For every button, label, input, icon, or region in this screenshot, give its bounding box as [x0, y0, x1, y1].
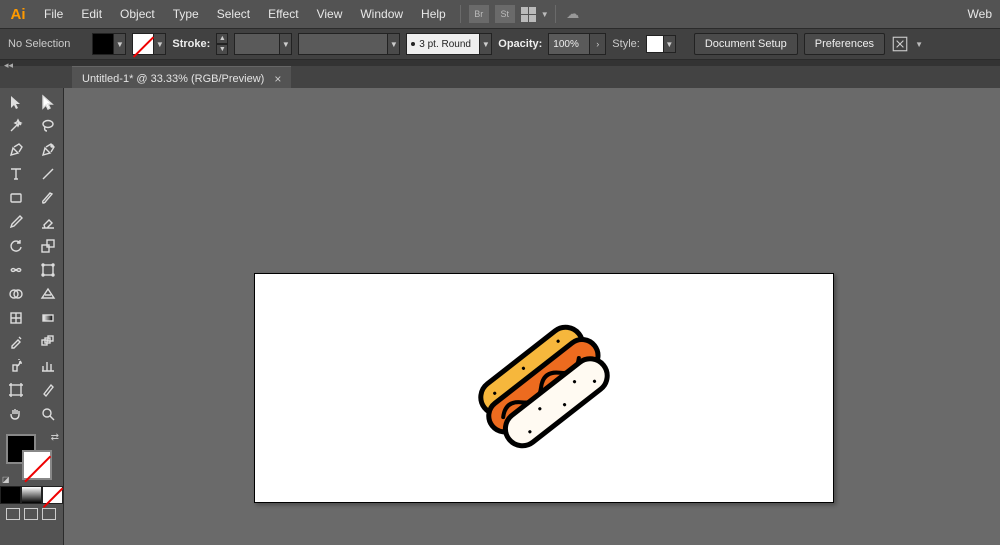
- fill-dropdown-icon[interactable]: ▼: [114, 33, 126, 55]
- magic-wand-tool[interactable]: [0, 114, 32, 138]
- mesh-tool[interactable]: [0, 306, 32, 330]
- menu-object[interactable]: Object: [112, 3, 163, 25]
- divider: [555, 5, 556, 23]
- hotdog-artwork[interactable]: [459, 302, 629, 475]
- color-mode-gradient[interactable]: [21, 486, 42, 504]
- shape-builder-tool[interactable]: [0, 282, 32, 306]
- color-mode-row: [0, 486, 63, 504]
- color-mode-none[interactable]: [42, 486, 63, 504]
- stroke-weight-dropdown-icon[interactable]: ▼: [280, 33, 292, 55]
- type-tool[interactable]: [0, 162, 32, 186]
- zoom-tool[interactable]: [32, 402, 64, 426]
- stroke-weight-stepper[interactable]: ▲▼: [216, 33, 228, 55]
- brush-definition-field[interactable]: [298, 33, 388, 55]
- menu-select[interactable]: Select: [209, 3, 258, 25]
- free-transform-tool[interactable]: [32, 258, 64, 282]
- gradient-tool[interactable]: [32, 306, 64, 330]
- draw-mode-inside[interactable]: [42, 508, 56, 520]
- canvas-area[interactable]: [64, 88, 1000, 545]
- tools-panel: ⇄ ◪: [0, 88, 64, 545]
- control-bar: No Selection ▼ ▼ Stroke: ▲▼ ▼ ▼ 3 pt. Ro…: [0, 28, 1000, 60]
- line-segment-tool[interactable]: [32, 162, 64, 186]
- paintbrush-tool[interactable]: [32, 186, 64, 210]
- stroke-swatch[interactable]: [132, 33, 154, 55]
- menu-type[interactable]: Type: [165, 3, 207, 25]
- pencil-tool[interactable]: [0, 210, 32, 234]
- swap-fill-stroke-icon[interactable]: ⇄: [51, 432, 59, 443]
- symbol-sprayer-tool[interactable]: [0, 354, 32, 378]
- rotate-tool[interactable]: [0, 234, 32, 258]
- style-label: Style:: [612, 38, 640, 50]
- direct-selection-tool[interactable]: [32, 90, 64, 114]
- slice-tool[interactable]: [32, 378, 64, 402]
- close-tab-icon[interactable]: ×: [274, 72, 281, 86]
- bridge-button[interactable]: Br: [469, 5, 489, 23]
- menu-effect[interactable]: Effect: [260, 3, 306, 25]
- hand-tool[interactable]: [0, 402, 32, 426]
- stroke-profile-dropdown-icon[interactable]: ▼: [480, 33, 492, 55]
- menu-bar: Ai File Edit Object Type Select Effect V…: [0, 0, 1000, 28]
- width-tool[interactable]: [0, 258, 32, 282]
- menu-view[interactable]: View: [309, 3, 351, 25]
- rectangle-tool[interactable]: [0, 186, 32, 210]
- fill-swatch[interactable]: [92, 33, 114, 55]
- document-tab-title: Untitled-1* @ 33.33% (RGB/Preview): [82, 73, 264, 85]
- scale-tool[interactable]: [32, 234, 64, 258]
- blend-tool[interactable]: [32, 330, 64, 354]
- screen-mode-row: [0, 504, 63, 524]
- workspace-switcher[interactable]: Web: [966, 3, 994, 25]
- column-graph-tool[interactable]: [32, 354, 64, 378]
- opacity-dropdown-icon[interactable]: ›: [590, 33, 606, 55]
- default-fill-stroke-icon[interactable]: ◪: [2, 475, 10, 484]
- preferences-button[interactable]: Preferences: [804, 33, 885, 55]
- stroke-weight-field[interactable]: [234, 33, 280, 55]
- color-mode-solid[interactable]: [0, 486, 21, 504]
- draw-mode-normal[interactable]: [6, 508, 20, 520]
- divider: [460, 5, 461, 23]
- artboard[interactable]: [254, 273, 834, 503]
- pen-tool[interactable]: [0, 138, 32, 162]
- document-tab[interactable]: Untitled-1* @ 33.33% (RGB/Preview) ×: [72, 66, 291, 90]
- eyedropper-tool[interactable]: [0, 330, 32, 354]
- artboard-tool[interactable]: [0, 378, 32, 402]
- menu-window[interactable]: Window: [352, 3, 411, 25]
- menu-help[interactable]: Help: [413, 3, 454, 25]
- draw-mode-behind[interactable]: [24, 508, 38, 520]
- document-setup-button[interactable]: Document Setup: [694, 33, 798, 55]
- lasso-tool[interactable]: [32, 114, 64, 138]
- stroke-profile-field[interactable]: 3 pt. Round: [406, 33, 480, 55]
- stroke-profile-label: 3 pt. Round: [419, 39, 471, 50]
- menu-file[interactable]: File: [36, 3, 71, 25]
- stroke-dropdown-icon[interactable]: ▼: [154, 33, 166, 55]
- menu-edit[interactable]: Edit: [73, 3, 110, 25]
- eraser-tool[interactable]: [32, 210, 64, 234]
- style-dropdown-icon[interactable]: ▼: [664, 35, 676, 53]
- align-dropdown-icon[interactable]: ▼: [915, 35, 923, 53]
- opacity-label: Opacity:: [498, 38, 542, 50]
- panel-collapse-icon[interactable]: ◂◂: [4, 60, 14, 70]
- brush-dropdown-icon[interactable]: ▼: [388, 33, 400, 55]
- document-tab-bar: Untitled-1* @ 33.33% (RGB/Preview) ×: [0, 66, 1000, 90]
- opacity-field[interactable]: 100%: [548, 33, 590, 55]
- arrange-documents-button[interactable]: [519, 5, 539, 23]
- style-swatch[interactable]: [646, 35, 664, 53]
- stroke-label: Stroke:: [172, 38, 210, 50]
- perspective-grid-tool[interactable]: [32, 282, 64, 306]
- selection-status: No Selection: [8, 38, 70, 50]
- curvature-tool[interactable]: [32, 138, 64, 162]
- stroke-color-box[interactable]: [22, 450, 52, 480]
- stock-button[interactable]: St: [495, 5, 515, 23]
- app-logo: Ai: [6, 2, 30, 26]
- arrange-dropdown-icon[interactable]: ▼: [541, 5, 549, 23]
- sync-settings-icon[interactable]: ☁: [562, 5, 584, 23]
- align-to-icon[interactable]: [891, 35, 909, 53]
- selection-tool[interactable]: [0, 90, 32, 114]
- fill-stroke-control[interactable]: ⇄ ◪: [0, 430, 63, 484]
